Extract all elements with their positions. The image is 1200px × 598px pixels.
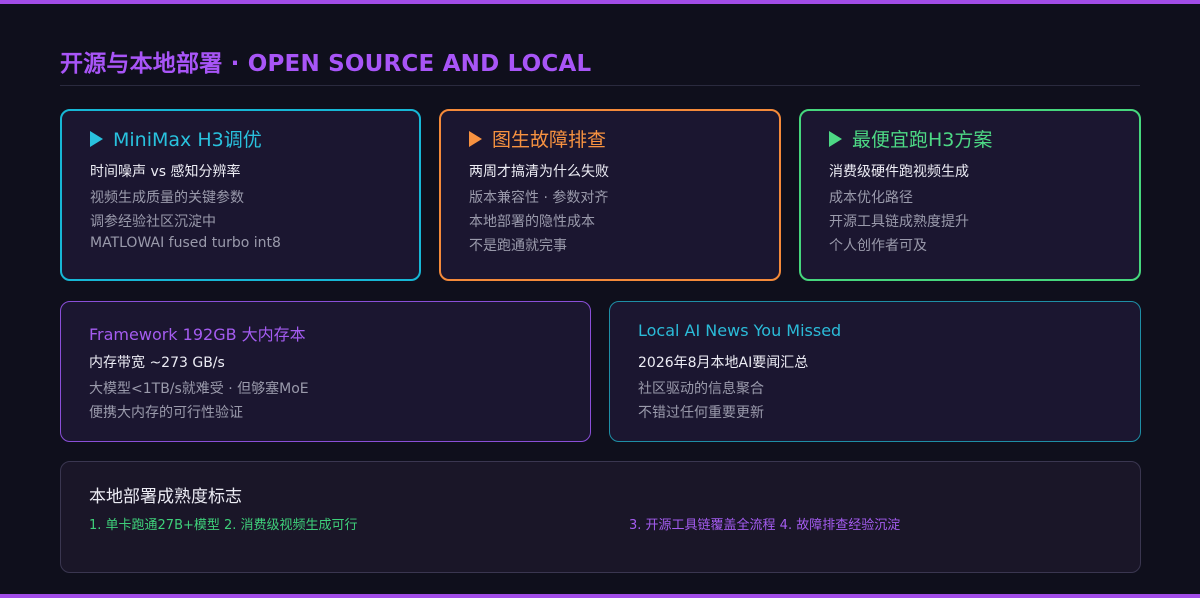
card-header: 最便宜跑H3方案 xyxy=(829,125,992,152)
card-line: 社区驱动的信息聚合 xyxy=(638,381,764,397)
card-framework-192gb: Framework 192GB 大内存本 内存带宽 ~273 GB/s 大模型<… xyxy=(60,301,591,442)
card-subtitle: 2026年8月本地AI要闻汇总 xyxy=(638,355,809,371)
card-title: MiniMax H3调优 xyxy=(113,129,262,151)
card-line: 视频生成质量的关键参数 xyxy=(90,190,244,206)
card-header: 图生故障排查 xyxy=(469,125,606,152)
card-line: 便携大内存的可行性验证 xyxy=(89,405,243,421)
maturity-items-left: 1. 单卡跑通27B+模型 2. 消费级视频生成可行 xyxy=(89,518,358,533)
card-line: MATLOWAI fused turbo int8 xyxy=(90,235,281,251)
play-triangle-icon xyxy=(469,130,482,147)
card-cheapest-h3: 最便宜跑H3方案 消费级硬件跑视频生成 成本优化路径 开源工具链成熟度提升 个人… xyxy=(799,109,1141,281)
play-triangle-icon xyxy=(829,130,842,147)
maturity-items-right: 3. 开源工具链覆盖全流程 4. 故障排查经验沉淀 xyxy=(629,518,901,533)
card-line: 成本优化路径 xyxy=(829,190,913,206)
card-line: 调参经验社区沉淀中 xyxy=(90,214,216,230)
card-line: 本地部署的隐性成本 xyxy=(469,214,595,230)
card-local-ai-news: Local AI News You Missed 2026年8月本地AI要闻汇总… xyxy=(609,301,1141,442)
maturity-title: 本地部署成熟度标志 xyxy=(89,487,242,507)
card-line: 不错过任何重要更新 xyxy=(638,405,764,421)
card-line: 个人创作者可及 xyxy=(829,238,927,254)
bottom-accent-bar xyxy=(0,594,1200,598)
card-subtitle: 内存带宽 ~273 GB/s xyxy=(89,355,225,371)
card-minimax-h3: MiniMax H3调优 时间噪声 vs 感知分辨率 视频生成质量的关键参数 调… xyxy=(60,109,421,281)
card-image-troubleshooting: 图生故障排查 两周才搞清为什么失败 版本兼容性 · 参数对齐 本地部署的隐性成本… xyxy=(439,109,781,281)
card-subtitle: 消费级硬件跑视频生成 xyxy=(829,164,969,180)
card-title: Local AI News You Missed xyxy=(638,321,842,340)
card-line: 大模型<1TB/s就难受 · 但够塞MoE xyxy=(89,381,309,397)
card-title: 图生故障排查 xyxy=(492,129,607,151)
card-line: 版本兼容性 · 参数对齐 xyxy=(469,190,609,206)
maturity-panel: 本地部署成熟度标志 1. 单卡跑通27B+模型 2. 消费级视频生成可行 3. … xyxy=(60,461,1141,573)
card-subtitle: 两周才搞清为什么失败 xyxy=(469,164,609,180)
card-line: 开源工具链成熟度提升 xyxy=(829,214,969,230)
card-line: 不是跑通就完事 xyxy=(469,238,567,254)
card-subtitle: 时间噪声 vs 感知分辨率 xyxy=(90,164,241,180)
card-title: 最便宜跑H3方案 xyxy=(852,129,993,151)
card-header: MiniMax H3调优 xyxy=(90,125,262,152)
title-divider xyxy=(60,85,1140,86)
top-accent-bar xyxy=(0,0,1200,4)
page-title: 开源与本地部署 · OPEN SOURCE AND LOCAL xyxy=(60,51,592,77)
card-title: Framework 192GB 大内存本 xyxy=(89,325,306,344)
play-triangle-icon xyxy=(90,130,103,147)
